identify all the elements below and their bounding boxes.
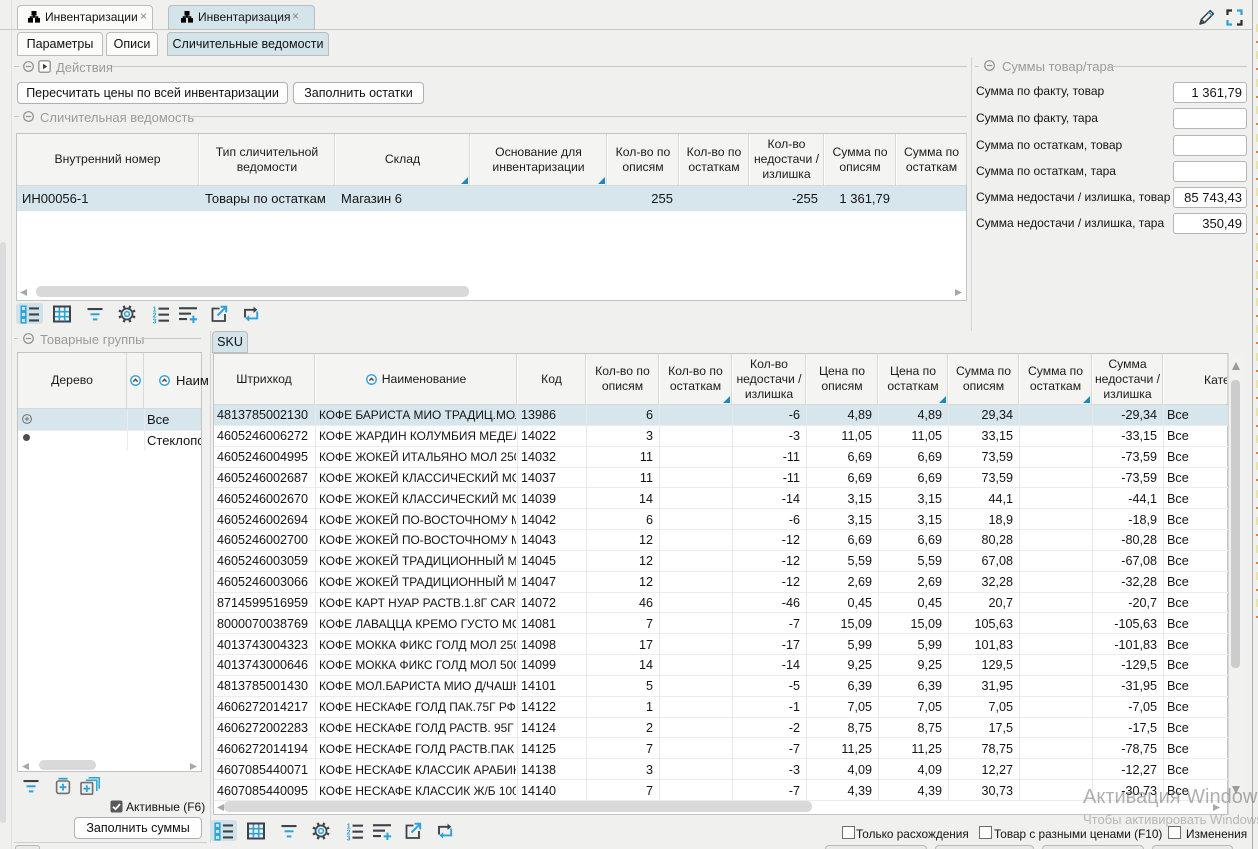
svg-text:3: 3	[346, 835, 350, 841]
svg-text:3: 3	[152, 318, 156, 324]
